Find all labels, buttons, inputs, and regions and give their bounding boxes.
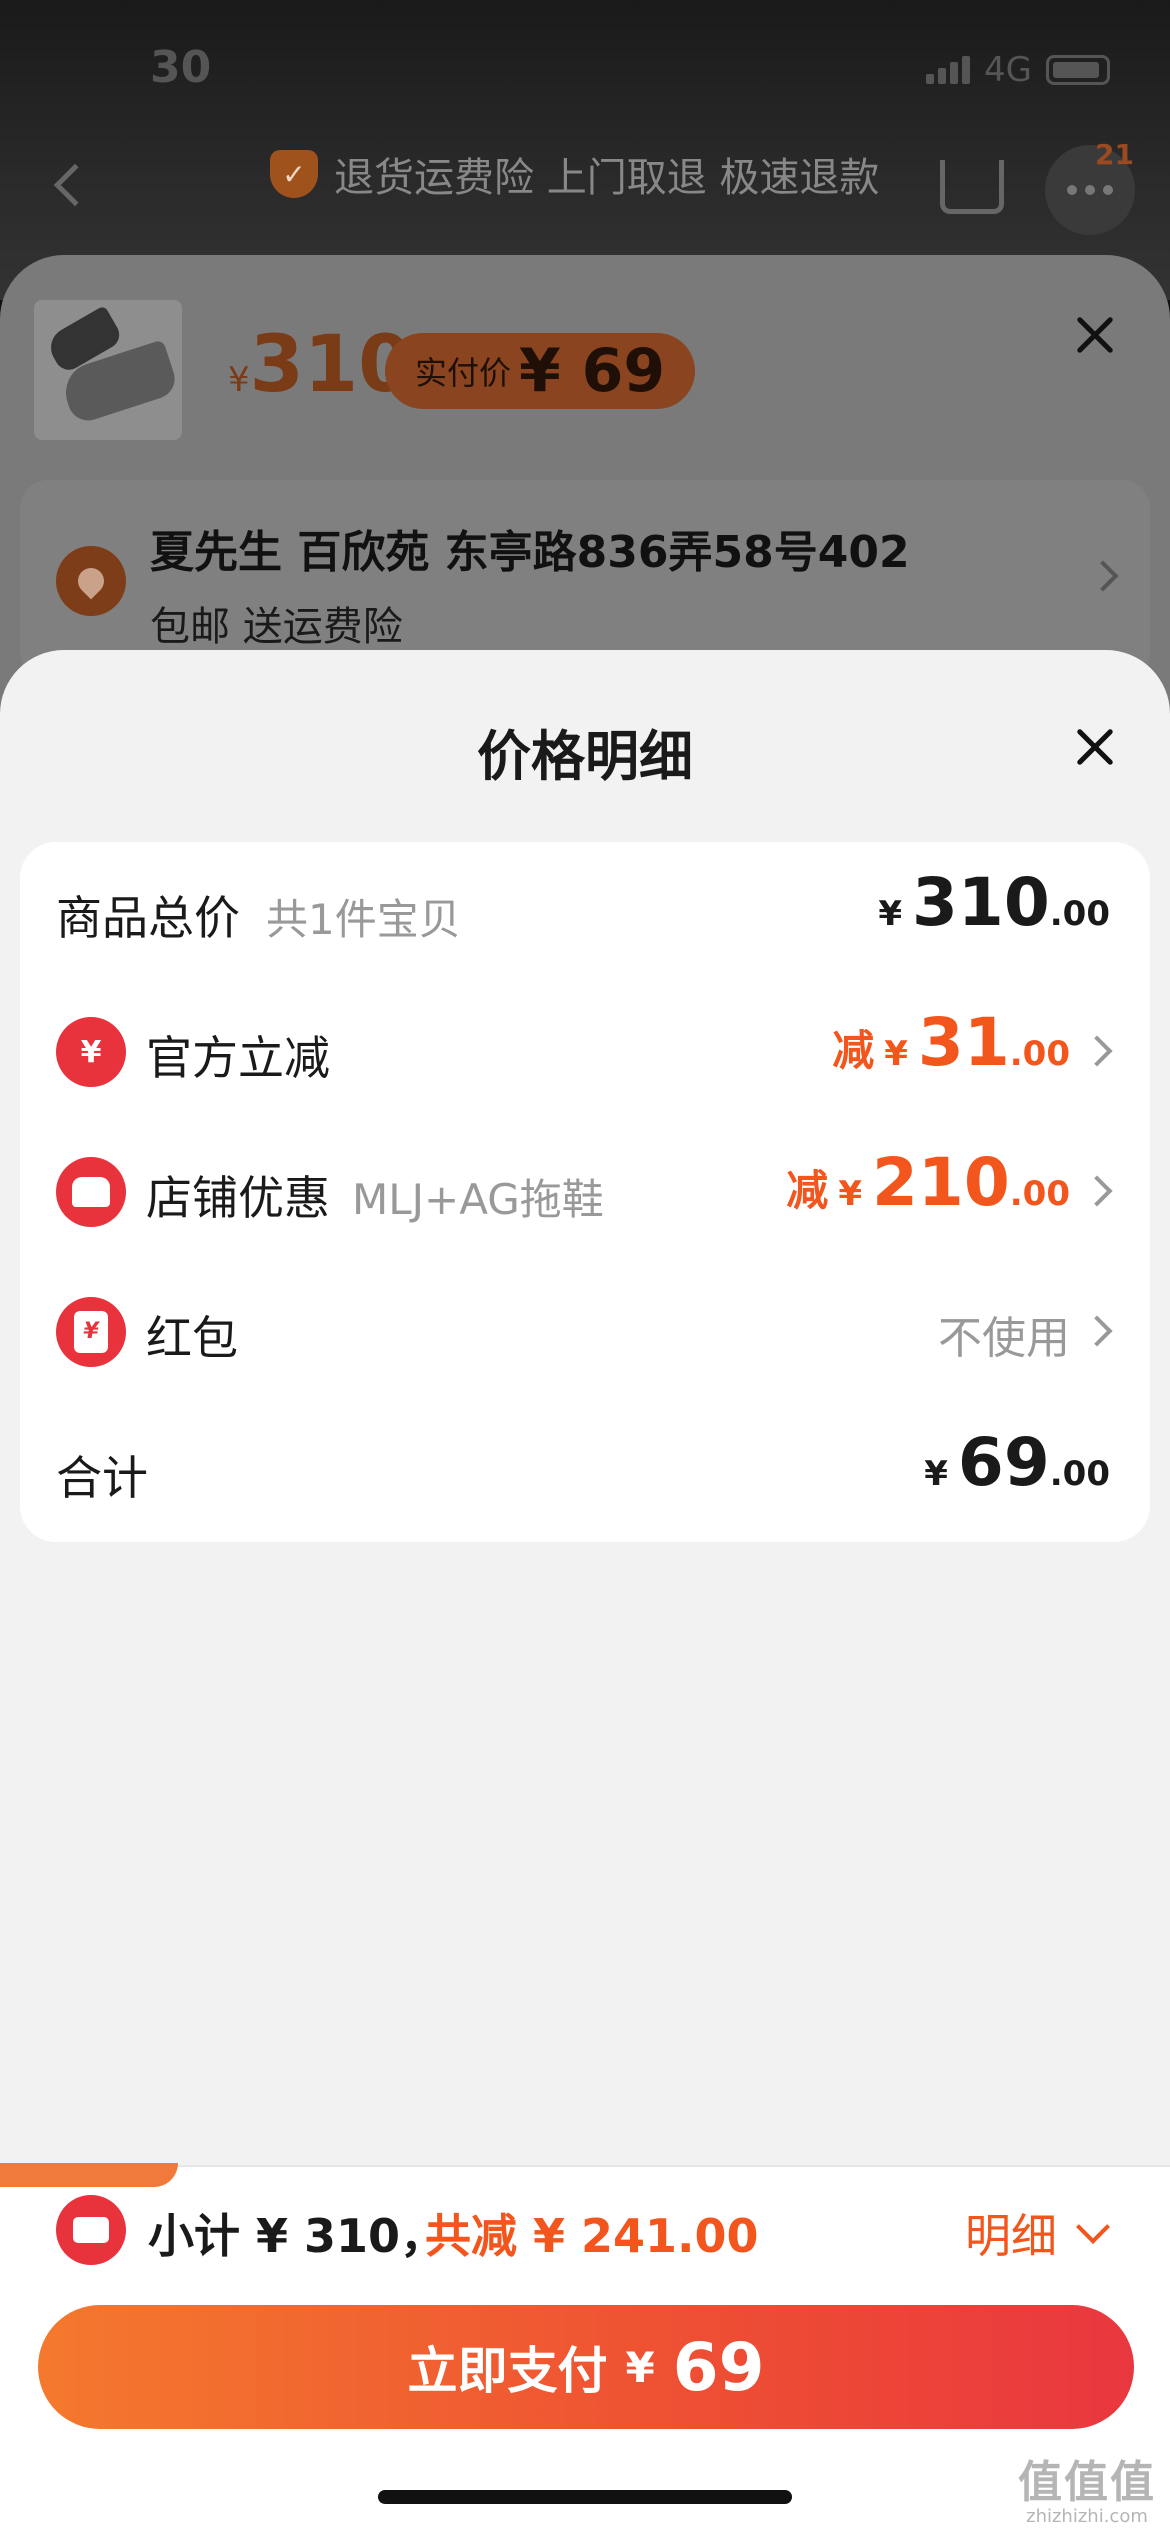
detail-toggle-label: 明细 — [965, 2209, 1057, 2263]
cart-badge: 21 — [1095, 138, 1134, 171]
shield-check-icon: ✓ — [270, 150, 318, 198]
pay-now-button[interactable]: 立即支付 ¥ 69 — [38, 2305, 1134, 2429]
amount-dec: .00 — [1009, 1034, 1070, 1074]
amount-int: 69 — [957, 1424, 1050, 1501]
row-amount: ¥310.00 — [878, 864, 1110, 941]
sheet-title: 价格明细 — [477, 725, 693, 788]
product-thumbnail — [34, 300, 182, 440]
red-packet-icon — [56, 1297, 126, 1367]
pay-yen: ¥ — [625, 2342, 655, 2392]
cart-icon[interactable] — [940, 160, 1004, 214]
row-value: 不使用 — [938, 1313, 1070, 1364]
home-indicator[interactable] — [378, 2490, 792, 2504]
amount-dec: .00 — [1009, 1174, 1070, 1214]
row-sub: MLJ+AG拖鞋 — [352, 1175, 604, 1224]
signal-icon — [926, 56, 971, 84]
pay-amount: 69 — [672, 2328, 765, 2406]
row-amount: ¥69.00 — [924, 1424, 1110, 1501]
subtotal-text: 小计 ¥ 310， — [148, 2209, 447, 2263]
watermark: 值值值 zhizhizhi.com — [1012, 2446, 1162, 2527]
yen-return-icon: ¥ — [56, 1017, 126, 1087]
row-label: 合计 — [56, 1451, 148, 1505]
address-text: 夏先生 百欣苑 东亭路836弄58号402 — [150, 527, 910, 578]
chevron-down-icon — [1076, 2210, 1110, 2244]
status-right: 4G — [926, 50, 1110, 90]
watermark-logo: 值值值 — [1018, 2457, 1156, 2508]
pay-label: 立即支付 — [407, 2342, 608, 2400]
row-label: 官方立减 — [146, 1031, 330, 1085]
chevron-right-icon — [1081, 1175, 1113, 1207]
saved-text: 共减 ¥ 241.00 — [425, 2209, 759, 2263]
shop-icon — [56, 1157, 126, 1227]
row-total: 合计 ¥69.00 — [20, 1402, 1150, 1542]
row-red-packet[interactable]: 红包 不使用 — [20, 1262, 1150, 1402]
row-amount: 减 ¥31.00 — [832, 1004, 1070, 1081]
promo-text: 退货运费险 上门取退 极速退款 — [334, 155, 880, 201]
row-label: 商品总价 — [56, 891, 240, 945]
location-pin-icon — [56, 546, 126, 616]
chevron-right-icon — [1081, 1035, 1113, 1067]
chevron-right-icon — [1081, 1315, 1113, 1347]
detail-toggle-button[interactable]: 明细 — [965, 2200, 1110, 2266]
watermark-url: zhizhizhi.com — [1026, 2506, 1148, 2527]
row-label: 红包 — [146, 1311, 238, 1365]
row-official-discount[interactable]: ¥ 官方立减 减 ¥31.00 — [20, 982, 1150, 1122]
amount-yen: ¥ — [838, 1174, 862, 1214]
amount-yen: ¥ — [924, 1454, 948, 1494]
amount-int: 31 — [917, 1004, 1010, 1081]
shipping-text: 包邮 送运费险 — [150, 604, 403, 650]
close-icon[interactable] — [1070, 310, 1120, 360]
amount-int: 210 — [871, 1144, 1010, 1221]
real-price-value: ¥ 69 — [519, 336, 666, 406]
amount-yen: ¥ — [884, 1034, 908, 1074]
battery-icon — [1046, 55, 1110, 85]
amount-int: 310 — [911, 864, 1050, 941]
close-icon[interactable] — [1070, 722, 1120, 772]
row-shop-discount[interactable]: 店铺优惠 MLJ+AG拖鞋 减 ¥210.00 — [20, 1122, 1150, 1262]
amount-dec: .00 — [1049, 1454, 1110, 1494]
coupon-ticket-icon — [56, 2195, 126, 2265]
real-price-badge: 实付价 ¥ 69 — [385, 333, 696, 409]
amount-prefix: 减 — [786, 1166, 829, 1215]
real-price-label: 实付价 — [415, 354, 512, 392]
promo-bar: ✓ 退货运费险 上门取退 极速退款 — [270, 145, 879, 203]
network-label: 4G — [984, 50, 1032, 90]
amount-prefix: 减 — [832, 1026, 875, 1075]
status-time: 30 — [150, 42, 212, 93]
price-currency: ¥ — [228, 360, 250, 400]
amount-dec: .00 — [1049, 894, 1110, 934]
row-amount: 减 ¥210.00 — [786, 1144, 1070, 1221]
row-label: 店铺优惠 — [146, 1171, 330, 1225]
bottom-accent-tab — [0, 2163, 178, 2187]
row-goods-total: 商品总价 共1件宝贝 ¥310.00 — [20, 842, 1150, 982]
amount-yen: ¥ — [878, 894, 902, 934]
row-sub: 共1件宝贝 — [266, 895, 461, 944]
